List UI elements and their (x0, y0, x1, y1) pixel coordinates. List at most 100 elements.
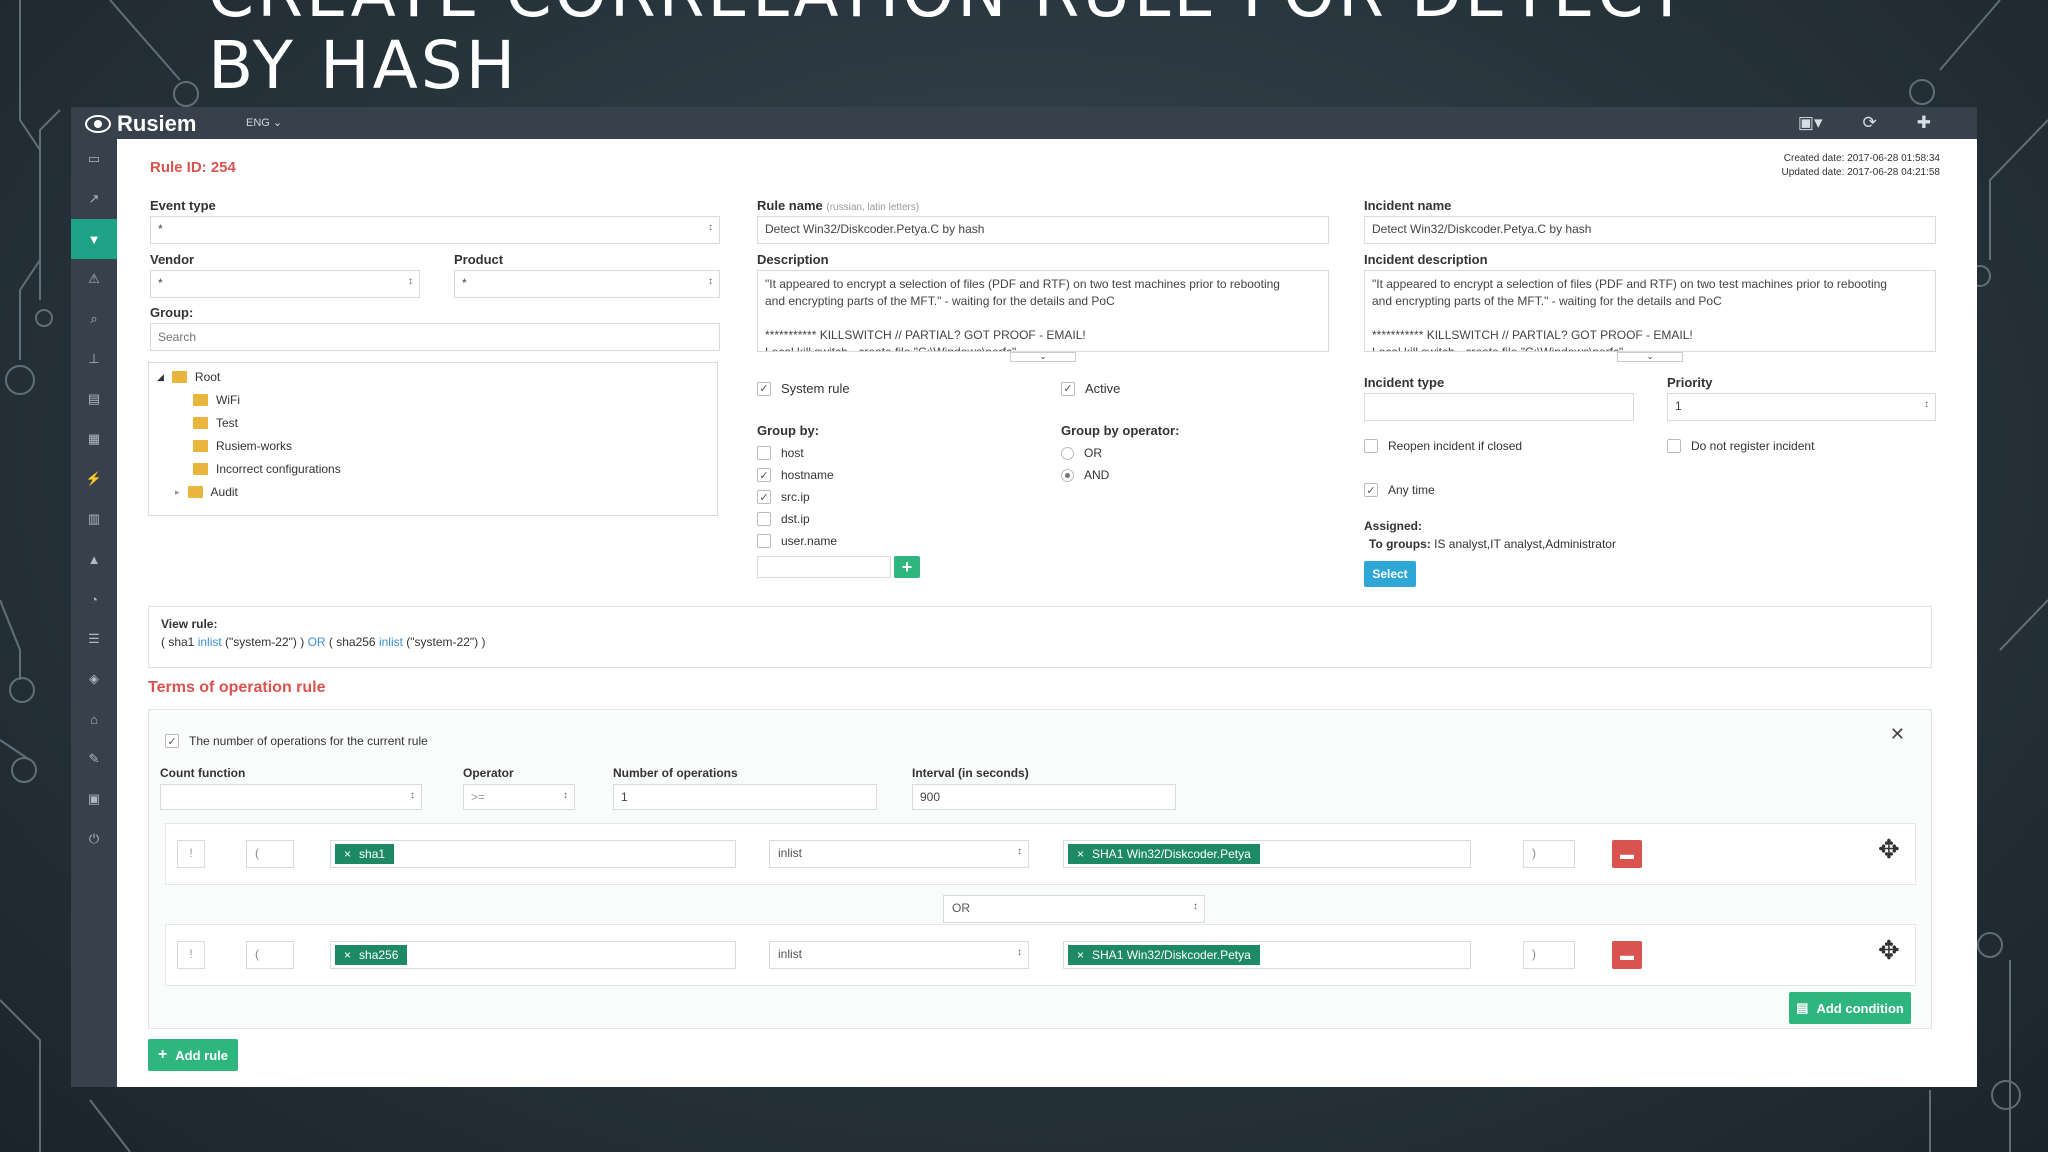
menu-icon[interactable]: ☰ (71, 619, 117, 659)
operator-or-radio[interactable]: OR (1061, 446, 1102, 460)
expand-handle[interactable]: ⌄ (1010, 352, 1076, 362)
any-time-checkbox[interactable]: ✓ Any time (1364, 483, 1435, 497)
select-groups-button[interactable]: Select (1364, 561, 1416, 587)
home-icon[interactable]: ⌂ (71, 699, 117, 739)
close-paren-input[interactable]: ) (1523, 941, 1575, 969)
incident-description-textarea[interactable]: "It appeared to encrypt a selection of f… (1364, 270, 1936, 352)
close-icon[interactable]: ✕ (1890, 724, 1905, 745)
bar-icon[interactable]: ▥ (71, 499, 117, 539)
do-not-register-checkbox[interactable]: Do not register incident (1667, 439, 1814, 453)
condition-operator-select[interactable]: inlist (769, 941, 1029, 969)
description-textarea[interactable]: "It appeared to encrypt a selection of f… (757, 270, 1329, 352)
field-tag[interactable]: × sha256 (335, 945, 408, 965)
count-function-select[interactable] (160, 784, 422, 810)
custom-group-input[interactable] (757, 556, 891, 578)
tree-item-rusiem-works[interactable]: Rusiem-works (193, 439, 292, 453)
refresh-icon[interactable]: ⟳ (1863, 113, 1877, 133)
field-select[interactable]: × sha256 (330, 941, 736, 969)
add-condition-button[interactable]: ▤ Add condition (1789, 992, 1911, 1024)
value-tag-label: SHA1 Win32/Diskcoder.Petya (1092, 847, 1251, 861)
plus-icon[interactable]: ✚ (1917, 113, 1931, 133)
close-paren-input[interactable]: ) (1523, 840, 1575, 868)
chart-icon[interactable]: ↗ (71, 179, 117, 219)
power-icon[interactable]: ⏻ (71, 819, 117, 859)
tree-item-incorrect-configurations[interactable]: Incorrect configurations (193, 462, 341, 476)
not-toggle[interactable]: ! (177, 840, 205, 868)
language-selector[interactable]: ENG ⌄ (246, 116, 282, 129)
incident-type-input[interactable] (1364, 393, 1634, 421)
logo[interactable]: Rusiem (85, 111, 196, 137)
folder-icon (193, 463, 208, 475)
field-tag[interactable]: × sha1 (335, 844, 395, 864)
delete-condition-button[interactable]: ▬ (1612, 840, 1642, 868)
warning-icon[interactable]: ⚠ (71, 259, 117, 299)
event-type-select[interactable]: * (150, 216, 720, 244)
number-of-operations-input[interactable]: 1 (613, 784, 877, 810)
tree-item-test[interactable]: Test (193, 416, 238, 430)
group-by-host[interactable]: host (757, 446, 804, 460)
brand-name: Rusiem (117, 111, 197, 136)
add-rule-button[interactable]: + Add rule (148, 1039, 238, 1071)
tree-label: Rusiem-works (216, 439, 293, 453)
save-icon[interactable]: ▣ (71, 779, 117, 819)
search-icon[interactable]: ⌕ (71, 299, 117, 339)
table-icon[interactable]: ▦ (71, 419, 117, 459)
value-tag[interactable]: × SHA1 Win32/Diskcoder.Petya (1068, 945, 1260, 965)
product-select[interactable]: * (454, 270, 720, 298)
operator-select[interactable]: >= (463, 784, 575, 810)
interval-label: Interval (in seconds) (912, 766, 1029, 780)
incident-name-input[interactable]: Detect Win32/Diskcoder.Petya.C by hash (1364, 216, 1936, 244)
add-group-field-button[interactable]: + (894, 556, 920, 578)
group-by-dst-ip[interactable]: dst.ip (757, 512, 810, 526)
group-search-input[interactable] (150, 323, 720, 351)
wrench-icon[interactable]: ✎ (71, 739, 117, 779)
caret-right-icon: ▸ (175, 486, 180, 497)
group-by-hostname[interactable]: ✓ hostname (757, 468, 834, 482)
field-select[interactable]: × sha1 (330, 840, 736, 868)
remove-tag-icon[interactable]: × (1077, 948, 1084, 962)
tree-item-audit[interactable]: ▸ Audit (175, 485, 238, 499)
monitor-icon[interactable]: ▭ (71, 139, 117, 179)
operator-label: OR (1084, 446, 1102, 460)
value-tag[interactable]: × SHA1 Win32/Diskcoder.Petya (1068, 844, 1260, 864)
value-select[interactable]: × SHA1 Win32/Diskcoder.Petya (1063, 941, 1471, 969)
database-icon[interactable]: ▣▾ (1798, 113, 1823, 133)
filter-icon[interactable]: ▼ (71, 219, 117, 259)
move-icon[interactable]: ✥ (1878, 935, 1900, 966)
pie-icon[interactable]: ◔ (71, 579, 117, 619)
rule-name-input[interactable]: Detect Win32/Diskcoder.Petya.C by hash (757, 216, 1329, 244)
interval-input[interactable]: 900 (912, 784, 1176, 810)
count-operations-label: The number of operations for the current… (189, 734, 428, 748)
open-paren-input[interactable]: ( (246, 941, 294, 969)
joiner-select[interactable]: OR (943, 895, 1205, 923)
sitemap-icon[interactable]: ⊥ (71, 339, 117, 379)
value-select[interactable]: × SHA1 Win32/Diskcoder.Petya (1063, 840, 1471, 868)
bell-icon[interactable]: ▲ (71, 539, 117, 579)
vendor-select[interactable]: * (150, 270, 420, 298)
priority-select[interactable]: 1 (1667, 393, 1936, 421)
move-icon[interactable]: ✥ (1878, 834, 1900, 865)
tree-item-wifi[interactable]: WiFi (193, 393, 240, 407)
open-paren-input[interactable]: ( (246, 840, 294, 868)
shield-icon[interactable]: ◈ (71, 659, 117, 699)
reopen-incident-checkbox[interactable]: Reopen incident if closed (1364, 439, 1522, 453)
not-toggle[interactable]: ! (177, 941, 205, 969)
bolt-icon[interactable]: ⚡ (71, 459, 117, 499)
list-icon[interactable]: ▤ (71, 379, 117, 419)
group-by-src-ip[interactable]: ✓ src.ip (757, 490, 810, 504)
remove-tag-icon[interactable]: × (344, 847, 351, 861)
system-rule-checkbox[interactable]: ✓ System rule (757, 381, 850, 396)
tree-label: Audit (210, 485, 238, 499)
remove-tag-icon[interactable]: × (344, 948, 351, 962)
expand-handle[interactable]: ⌄ (1617, 352, 1683, 362)
operator-and-radio[interactable]: AND (1061, 468, 1109, 482)
group-by-user-name[interactable]: user.name (757, 534, 837, 548)
count-operations-checkbox[interactable]: ✓ The number of operations for the curren… (165, 734, 428, 748)
to-groups-label: To groups: (1369, 537, 1431, 551)
remove-tag-icon[interactable]: × (1077, 847, 1084, 861)
description-line: *********** KILLSWITCH // PARTIAL? GOT P… (765, 328, 1086, 342)
active-checkbox[interactable]: ✓ Active (1061, 381, 1120, 396)
condition-operator-select[interactable]: inlist (769, 840, 1029, 868)
delete-condition-button[interactable]: ▬ (1612, 941, 1642, 969)
tree-item-root[interactable]: ◢ Root (157, 370, 220, 384)
